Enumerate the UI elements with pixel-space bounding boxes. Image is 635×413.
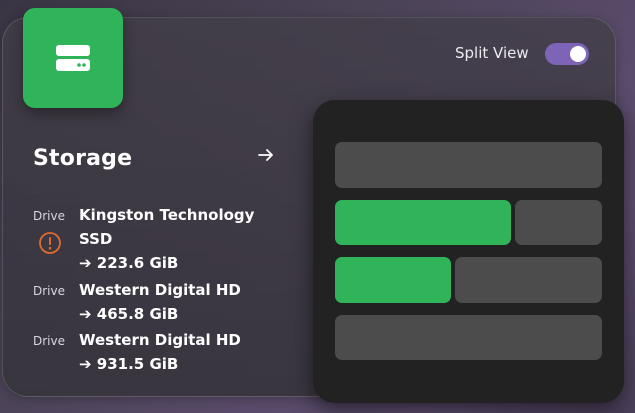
storage-title: Storage bbox=[33, 146, 133, 171]
preview-pane-left-large[interactable] bbox=[335, 200, 511, 245]
storage-app-icon bbox=[23, 8, 123, 108]
drive-name: Western Digital HD bbox=[79, 331, 241, 349]
drive-name: Kingston Technology bbox=[79, 206, 255, 224]
preview-pane-top[interactable] bbox=[335, 142, 602, 188]
preview-pane-left-small[interactable] bbox=[335, 257, 451, 303]
drive-tag: Drive bbox=[33, 209, 65, 223]
drive-size: ➔ 465.8 GiB bbox=[79, 305, 179, 323]
storage-drive-icon bbox=[56, 45, 90, 71]
drive-tag: Drive bbox=[33, 334, 65, 348]
drive-size: ➔ 223.6 GiB bbox=[79, 254, 179, 272]
toggle-knob bbox=[570, 46, 586, 62]
preview-pane-bottom[interactable] bbox=[335, 315, 602, 360]
preview-pane-right-small[interactable] bbox=[515, 200, 602, 245]
split-view-toggle[interactable] bbox=[545, 43, 589, 65]
drive-name: Western Digital HD bbox=[79, 281, 241, 299]
preview-pane-right-large[interactable] bbox=[455, 257, 602, 303]
drive-tag: Drive bbox=[33, 284, 65, 298]
split-view-preview bbox=[313, 100, 624, 403]
split-view-label: Split View bbox=[455, 44, 529, 62]
drive-name-continued: SSD bbox=[79, 230, 113, 248]
warning-icon bbox=[38, 231, 62, 255]
arrow-right-icon[interactable] bbox=[257, 146, 275, 164]
drive-size: ➔ 931.5 GiB bbox=[79, 355, 179, 373]
